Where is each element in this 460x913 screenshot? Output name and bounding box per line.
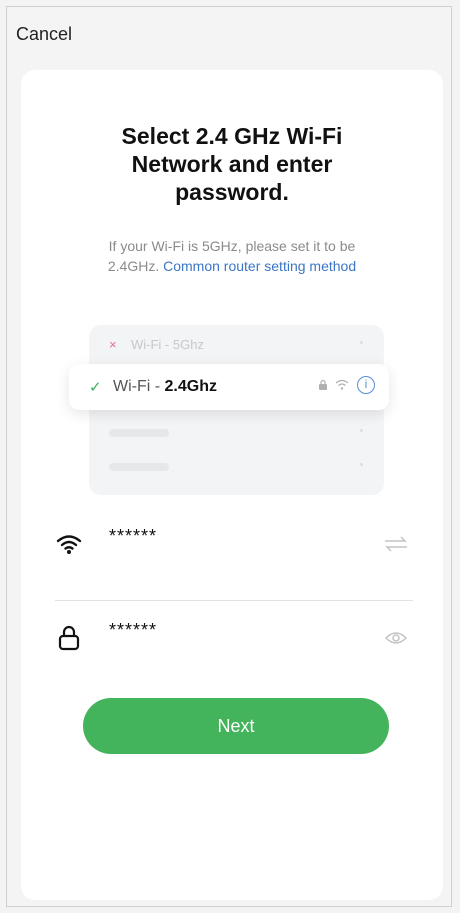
switch-network-icon[interactable] [383, 536, 409, 552]
title-line-1: Select 2.4 GHz Wi-Fi [121, 123, 343, 149]
title-line-3: password. [175, 179, 289, 205]
eye-icon[interactable] [385, 631, 407, 645]
wifi-name-value[interactable]: ****** [109, 526, 157, 547]
wifi-icon [56, 535, 82, 554]
next-button[interactable]: Next [83, 698, 389, 754]
cross-icon: × [109, 337, 117, 352]
setup-card: Select 2.4 GHz Wi-Fi Network and enter p… [21, 70, 443, 900]
page-title: Select 2.4 GHz Wi-Fi Network and enter p… [21, 122, 443, 206]
illustration-24ghz-label: Wi-Fi - 2.4Ghz [113, 378, 217, 396]
illustration-24ghz-prefix: Wi-Fi - [113, 378, 165, 395]
lock-small-icon [318, 379, 327, 390]
lock-icon [58, 625, 80, 651]
illustration-row-placeholder-2: ◔ [89, 447, 384, 487]
illustration-row-icons: i [318, 376, 375, 394]
cancel-button[interactable]: Cancel [16, 24, 72, 45]
hint-line-1: If your Wi-Fi is 5GHz, please set it to … [108, 238, 356, 254]
wifi-small-icon [335, 379, 349, 390]
illustration-row-24ghz: ✓ Wi-Fi - 2.4Ghz i [69, 364, 389, 410]
hint-text: If your Wi-Fi is 5GHz, please set it to … [21, 236, 443, 276]
illustration-24ghz-band: 2.4Ghz [164, 378, 217, 395]
top-bar: Cancel [6, 6, 452, 66]
placeholder-bar [109, 429, 169, 437]
info-icon: i [357, 376, 375, 394]
placeholder-icon: ◔ [356, 458, 364, 472]
wifi-small-icon: ◔ [356, 336, 364, 350]
illustration-row-5ghz: × Wi-Fi - 5Ghz ◔ [89, 325, 384, 365]
router-setting-link[interactable]: Common router setting method [163, 258, 356, 274]
illustration-5ghz-label: Wi-Fi - 5Ghz [131, 337, 204, 352]
hint-line-2-prefix: 2.4GHz. [107, 258, 164, 274]
check-icon: ✓ [89, 379, 102, 396]
network-illustration: × Wi-Fi - 5Ghz ◔ ◔ ◔ [89, 325, 384, 495]
wifi-name-field[interactable]: ****** [51, 514, 417, 574]
hint-line-2: 2.4GHz. Common router setting method [21, 256, 443, 276]
placeholder-icon: ◔ [356, 424, 364, 438]
field-divider [55, 600, 413, 601]
password-field[interactable]: ****** [51, 608, 417, 668]
placeholder-bar [109, 463, 169, 471]
password-value[interactable]: ****** [109, 620, 157, 641]
title-line-2: Network and enter [131, 151, 333, 177]
